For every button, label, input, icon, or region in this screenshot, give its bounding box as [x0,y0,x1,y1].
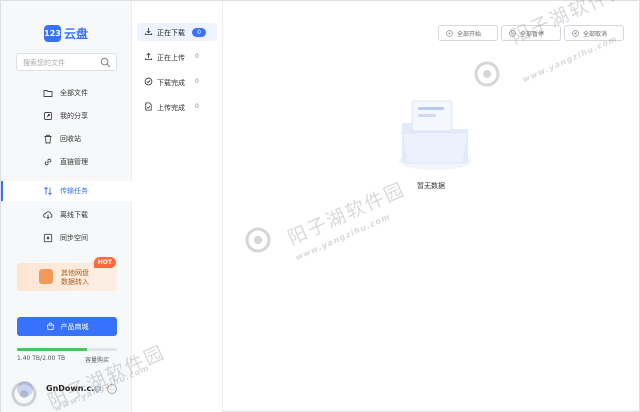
task-count-badge: 0 [192,28,206,37]
empty-state-text: 暂无数据 [417,182,445,190]
vip-diamond-icon [93,386,102,394]
share-icon [44,112,52,120]
user-info[interactable]: GnDown.c... … [17,381,127,397]
watermark-site-url: www.yangzihu.com [521,34,619,85]
sidebar-item-offline-download[interactable]: 离线下载 [1,205,132,225]
watermark-site-url: www.yangzihu.com [294,212,392,263]
promo-text: 其他网盘 数据转入 [61,269,89,287]
avatar[interactable] [17,381,33,397]
sidebar-item-label: 传输任务 [60,187,88,195]
sidebar-item-link-management[interactable]: 直链管理 [1,152,132,172]
tab-download-completed[interactable]: 下载完成 0 [137,73,217,91]
sidebar-item-transfer-tasks[interactable]: 传输任务 [1,181,132,201]
hot-badge: HOT [93,257,116,268]
start-all-label: 全部开始 [457,30,482,38]
sidebar-item-my-share[interactable]: 我的分享 [1,106,132,126]
box-icon [39,269,53,284]
product-mall-button[interactable]: 产品商城 [17,317,117,336]
task-count: 0 [195,53,199,60]
sync-icon [43,233,53,243]
cancel-all-label: 全部取消 [583,30,608,38]
upload-icon [144,52,153,61]
watermark-logo-icon [474,61,500,87]
tab-uploading[interactable]: 正在上传 0 [137,48,217,66]
check-circle-icon [144,77,153,86]
task-label: 上传完成 [157,104,185,112]
search-input[interactable] [23,56,101,69]
task-label: 下载完成 [157,79,185,87]
transfer-task-panel: 正在下载 0 正在上传 0 下载完成 0 上传完成 0 [132,1,223,412]
folder-icon [43,90,53,97]
app-logo[interactable]: 123 云盘 [44,24,88,42]
start-all-button[interactable]: 全部开始 [438,25,498,41]
storage-usage-text: 1.40 TB/2.00 TB [17,355,66,362]
play-circle-icon [446,29,453,37]
trash-icon [44,134,52,144]
storage-progress-bar [17,348,117,351]
tab-upload-completed[interactable]: 上传完成 0 [137,98,217,116]
sidebar-item-label: 回收站 [60,135,81,143]
promo-line-1: 其他网盘 [61,269,89,277]
import-promo-banner[interactable]: 其他网盘 数据转入 HOT [17,257,117,291]
sidebar-item-label: 直链管理 [60,158,88,166]
watermark-logo-icon [245,227,271,253]
sidebar-item-label: 离线下载 [60,211,88,219]
cancel-all-button[interactable]: 全部取消 [564,25,624,41]
watermark-site-name: 阳子湖软件园 [284,178,409,250]
more-options-icon[interactable]: … [107,384,117,394]
pause-all-label: 全部暂停 [520,30,545,38]
transfer-icon [44,186,52,196]
pause-all-button[interactable]: 全部暂停 [501,25,561,41]
search-icon[interactable] [100,57,111,68]
sidebar-item-sync-space[interactable]: 同步空间 [1,228,132,248]
storage-progress-fill [17,348,87,351]
buy-capacity-link[interactable]: 容量购买 [85,355,109,364]
promo-line-2: 数据转入 [61,278,89,286]
task-label: 正在上传 [157,54,185,62]
tab-downloading[interactable]: 正在下载 0 [137,23,217,41]
product-mall-label: 产品商城 [60,322,89,331]
sidebar: 123 云盘 全部文件 我的分享 回收站 直链管理 传输 [1,1,132,412]
link-icon [44,158,52,166]
task-label: 正在下载 [157,29,185,37]
sidebar-item-recycle-bin[interactable]: 回收站 [1,129,132,149]
logo-text: 云盘 [64,26,89,41]
pause-circle-icon [509,29,516,37]
task-count: 0 [195,103,199,110]
file-check-icon [145,102,152,111]
sidebar-item-all-files[interactable]: 全部文件 [1,83,132,103]
search-box [16,53,117,71]
task-count: 0 [195,78,199,85]
empty-folder-illustration [399,100,471,170]
logo-badge: 123 [44,24,61,42]
download-icon [144,27,153,36]
cancel-circle-icon [572,29,579,37]
sidebar-item-label: 我的分享 [60,112,88,120]
app-window: 123 云盘 全部文件 我的分享 回收站 直链管理 传输 [0,0,640,412]
shop-icon [46,322,54,331]
sidebar-item-label: 全部文件 [60,89,88,97]
sidebar-item-label: 同步空间 [60,234,88,242]
cloud-download-icon [43,211,53,220]
